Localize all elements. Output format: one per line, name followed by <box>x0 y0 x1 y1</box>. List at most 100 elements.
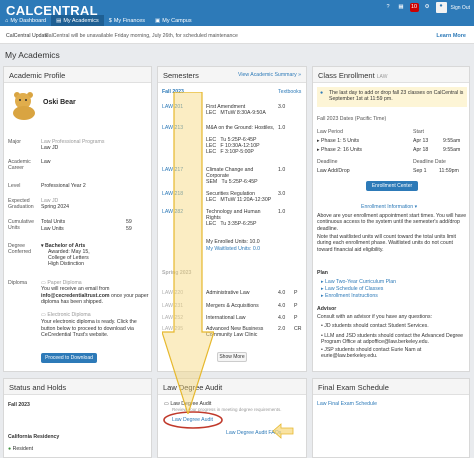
course-units: 4.0 <box>278 315 286 321</box>
career-label: Academic Career <box>8 159 31 171</box>
enrollment-info-text-2: Note that waitlisted units will count to… <box>317 234 456 253</box>
course-code[interactable]: LAW 282 <box>162 209 183 215</box>
nav-my-dashboard[interactable]: ⌂ My Dashboard <box>0 15 51 26</box>
course-schedule: LEC Tu 5:25P-6:45P LEC F 10:30A-12:10P L… <box>206 137 260 155</box>
nav-my-finances[interactable]: $ My Finances <box>104 15 150 26</box>
academic-profile-card: Academic Profile Oski Bear Major Law Pro… <box>3 66 152 372</box>
info-icon: ● <box>320 90 324 96</box>
course-schedule: LEC MTuW 8:30A-9:50A <box>206 110 266 116</box>
semesters-heading: Semesters View Academic Summary » <box>158 67 306 83</box>
class-enrollment-card: Class Enrollment LAW ● The last day to a… <box>312 66 470 372</box>
settings-icon[interactable]: ⚙ <box>423 3 432 12</box>
learn-more-link[interactable]: Learn More <box>436 33 466 39</box>
course-units: 3.0 <box>278 104 286 110</box>
sign-out-link[interactable]: Sign Out <box>451 5 470 11</box>
plan-link[interactable]: ▸ Law Two-Year Curriculum Plan <box>321 279 396 285</box>
plan-label: Plan <box>317 270 328 276</box>
law-period-label: Law Period <box>317 129 343 135</box>
phase2-label: ▸ Phase 2: 16 Units <box>317 147 362 153</box>
career-value: Law <box>41 159 51 165</box>
graduation-value: Spring 2024 <box>41 204 69 210</box>
paper-diploma-text: You will receive an email from info@cecr… <box>41 286 149 305</box>
degree-label: Degree Conferred <box>8 243 32 255</box>
phase1-time: 9:55am <box>443 138 461 144</box>
final-exam-heading: Final Exam Schedule <box>313 379 469 395</box>
course-code[interactable]: LAW 217 <box>162 167 183 173</box>
waitlisted-units[interactable]: My Waitlisted Units: 0.0 <box>206 246 260 252</box>
proceed-to-download-button[interactable]: Proceed to Download <box>41 353 97 363</box>
class-enrollment-heading: Class Enrollment LAW <box>313 67 469 83</box>
final-exam-card: Final Exam Schedule Law Final Exam Sched… <box>312 378 470 458</box>
spring-term-label[interactable]: Spring 2023 <box>162 270 191 276</box>
course-code[interactable]: LAW 213 <box>162 125 183 131</box>
final-exam-link[interactable]: Law Final Exam Schedule <box>317 401 377 407</box>
course-code[interactable]: LAW 231 <box>162 303 183 309</box>
course-code[interactable]: LAW 218 <box>162 191 183 197</box>
fall-term-label[interactable]: Fall 2023 <box>162 89 184 95</box>
course-title: M&A on the Ground: Hostiles, <box>206 125 275 131</box>
degree-audit-card: Law Degree Audit ▭ Law Degree Audit Revi… <box>157 378 307 458</box>
status-holds-card: Status and Holds Fall 2023 California Re… <box>3 378 152 458</box>
course-title: Advanced New Business Community Law Clin… <box>206 326 264 338</box>
view-academic-summary-link[interactable]: View Academic Summary » <box>238 72 301 78</box>
enrollment-notice: ● The last day to add or drop fall 23 cl… <box>317 87 467 107</box>
show-more-button[interactable]: Show More <box>217 352 247 362</box>
electronic-diploma-title: ▭ Electronic Diploma <box>41 312 91 318</box>
course-schedule: SEM Tu 5:25P-6:45P <box>206 179 258 185</box>
course-schedule: LEC MTuW 11:20A-12:30P <box>206 197 272 203</box>
status-holds-heading: Status and Holds <box>4 379 151 395</box>
nav-my-campus[interactable]: ▣ My Campus <box>150 15 197 26</box>
enrollment-center-button[interactable]: Enrollment Center <box>366 181 418 191</box>
semesters-card: Semesters View Academic Summary » Fall 20… <box>157 66 307 372</box>
degree-honors: High Distinction <box>48 261 85 267</box>
course-code[interactable]: LAW 295 <box>162 326 183 332</box>
avatar[interactable]: ● <box>435 2 447 13</box>
law-units: 59 <box>126 226 132 232</box>
advisor-item: • JSP students should contact Eurie Nam … <box>321 347 422 360</box>
enrollment-info-text-1: Above are your enrollment appointment st… <box>317 213 467 232</box>
header-actions: ? ▦ 10 ⚙ ● Sign Out <box>384 2 470 13</box>
campus-icon: ▣ <box>155 17 161 24</box>
plan-link[interactable]: ▸ Enrollment Instructions <box>321 293 378 299</box>
top-navigation-bar: CALCENTRAL ⌂ My Dashboard ▤ My Academics $… <box>0 0 474 26</box>
academic-profile-heading: Academic Profile <box>4 67 151 83</box>
total-units: 59 <box>126 219 132 225</box>
dollar-icon: $ <box>108 17 112 24</box>
advisor-intro: Consult with an advisor if you have any … <box>317 314 433 320</box>
total-units-label: Total Units <box>41 219 66 225</box>
calendar-icon[interactable]: ▦ <box>397 3 406 12</box>
course-schedule: LEC Tu 3:35P-6:25P <box>206 221 257 227</box>
course-title: Administrative Law <box>206 290 250 296</box>
deadline-label: Deadline <box>317 159 338 165</box>
course-code[interactable]: LAW 220 <box>162 290 183 296</box>
course-units: 1.0 <box>278 209 286 215</box>
book-icon: ▤ <box>56 17 62 24</box>
nav-my-academics[interactable]: ▤ My Academics <box>51 15 104 26</box>
home-icon: ⌂ <box>5 17 9 24</box>
law-units-label: Law Units <box>41 226 64 232</box>
course-title: Climate Change and Corporate <box>206 167 254 179</box>
phase1-date: Apr 13 <box>413 138 429 144</box>
maintenance-alert: CalCentral Update CalCentral will be una… <box>0 26 474 44</box>
course-units: 4.0 <box>278 290 286 296</box>
plan-link[interactable]: ▸ Law Schedule of Classes <box>321 286 383 292</box>
course-code[interactable]: LAW 252 <box>162 315 183 321</box>
deadline-date: Sep 1 <box>413 168 427 174</box>
advisor-label: Advisor <box>317 306 337 312</box>
status-term: Fall 2023 <box>8 402 30 408</box>
diploma-label: Diploma <box>8 280 28 286</box>
course-units: 1.0 <box>278 167 286 173</box>
course-grade: CR <box>294 326 302 332</box>
course-units: 4.0 <box>278 303 286 309</box>
course-grade: P <box>294 315 298 321</box>
course-code[interactable]: LAW 201 <box>162 104 183 110</box>
electronic-diploma-text: Your electronic diploma is ready. Click … <box>41 319 137 338</box>
course-grade: P <box>294 290 298 296</box>
enrollment-information-link[interactable]: Enrollment Information ▾ <box>361 204 417 210</box>
notification-badge[interactable]: 10 <box>409 3 419 12</box>
textbooks-link[interactable]: Textbooks <box>278 89 301 95</box>
deadline-name: Law Add/Drop <box>317 168 350 174</box>
help-icon[interactable]: ? <box>384 3 393 12</box>
alert-text: CalCentral will be unavailable Friday mo… <box>45 33 238 39</box>
phase1-label: ▸ Phase 1: 5 Units <box>317 138 360 144</box>
